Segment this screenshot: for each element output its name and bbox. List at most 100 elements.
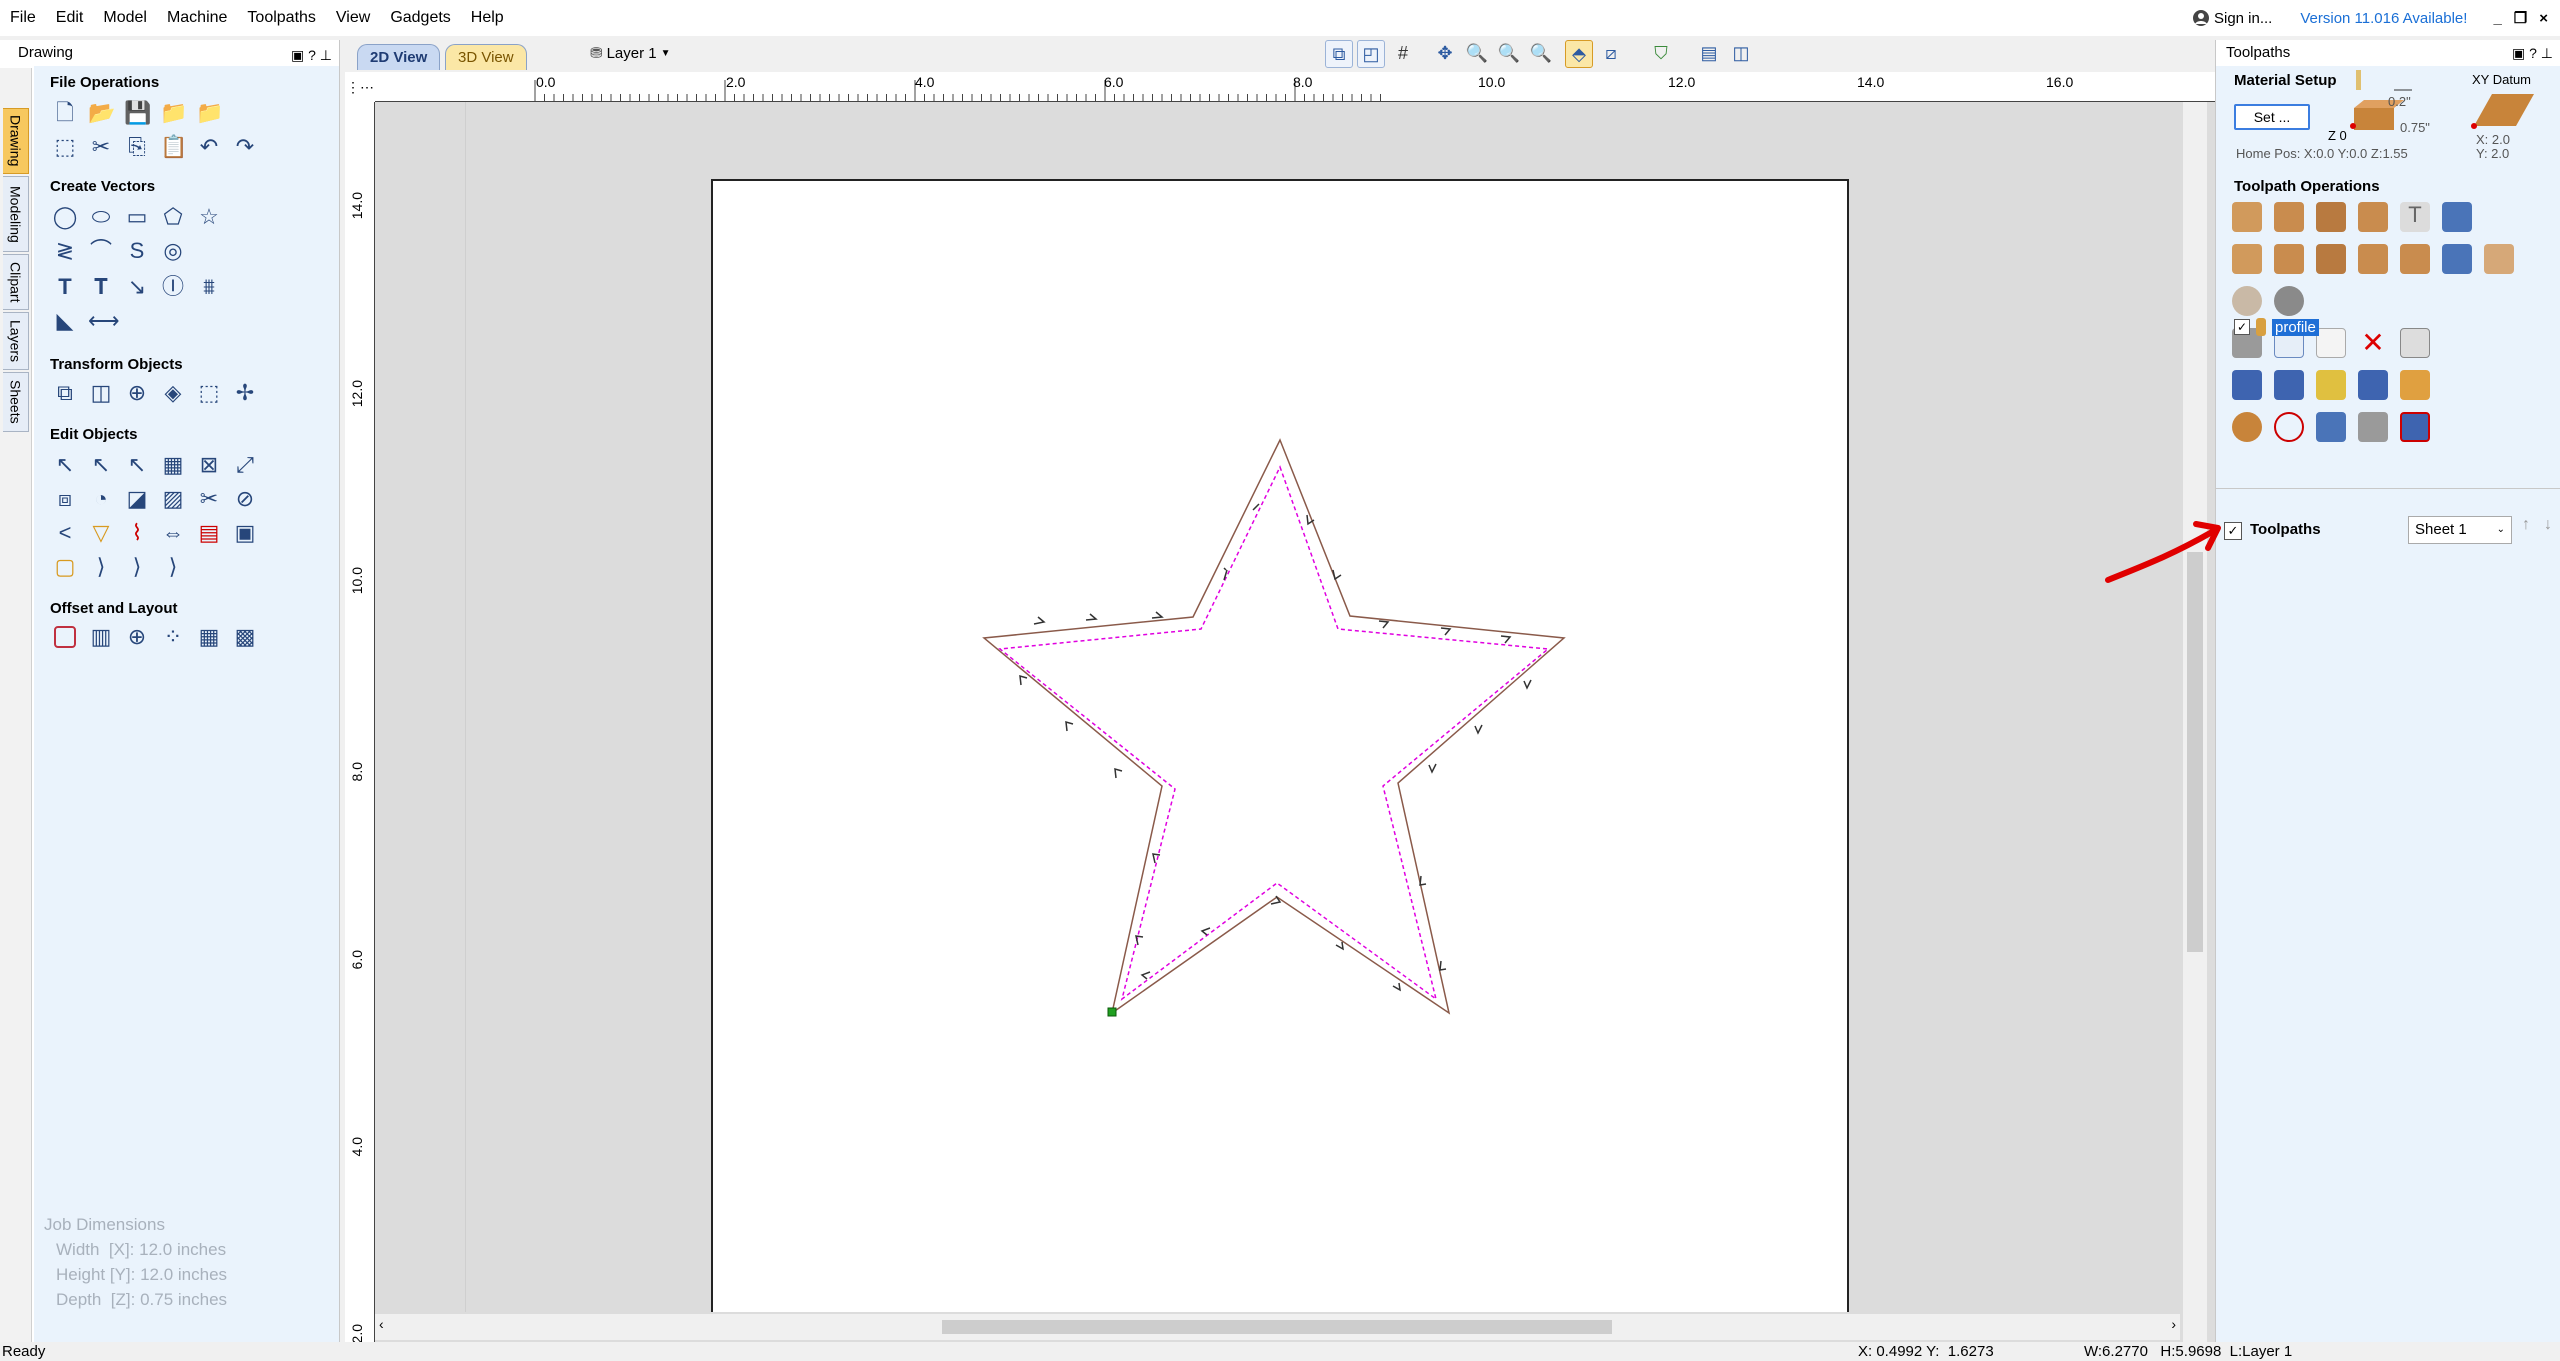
grid-layout-icon[interactable]: ▦ xyxy=(196,624,222,650)
menu-gadgets[interactable]: Gadgets xyxy=(380,0,460,36)
inlay-toolpath-icon[interactable] xyxy=(2442,202,2472,232)
menu-toolpaths[interactable]: Toolpaths xyxy=(237,0,326,36)
corner-icon[interactable]: ⟩ xyxy=(160,554,186,580)
zoom-page-icon[interactable]: ◰ xyxy=(1357,40,1385,68)
text-arc-icon[interactable]: Ⓘ xyxy=(160,274,186,300)
zoom-box-icon[interactable]: ⧉ xyxy=(1325,40,1353,68)
scroll-left-icon[interactable]: ‹ xyxy=(379,1316,384,1332)
ellipse-icon[interactable]: ⬭ xyxy=(88,204,114,230)
menu-help[interactable]: Help xyxy=(461,0,514,36)
tab-layers[interactable]: Layers xyxy=(3,312,29,370)
fillet-icon[interactable]: < xyxy=(52,520,78,546)
fit-along-icon[interactable]: ▩ xyxy=(232,624,258,650)
chamfer-icon[interactable]: ▽ xyxy=(88,520,114,546)
polyline-icon[interactable]: ≷ xyxy=(52,238,78,264)
quick-engrave-icon[interactable] xyxy=(2358,202,2388,232)
panel-controls[interactable]: ▣ ? ⊥ xyxy=(291,42,332,68)
split-view-icon[interactable]: ◫ xyxy=(1727,40,1755,68)
star-icon[interactable]: ☆ xyxy=(196,204,222,230)
vcarve-toolpath-icon[interactable] xyxy=(2232,244,2262,274)
export-icon[interactable]: 📁 xyxy=(196,100,223,126)
circle-icon[interactable]: ◯ xyxy=(52,204,78,230)
job-setup-icon[interactable]: ⬚ xyxy=(52,134,78,160)
menu-machine[interactable]: Machine xyxy=(157,0,237,36)
join-icon[interactable]: ▨ xyxy=(160,486,186,512)
ruler-origin-icon[interactable]: ⋮⋯ xyxy=(345,72,375,102)
tab-2d-view[interactable]: 2D View xyxy=(357,44,441,70)
sheet-select[interactable]: Sheet 1 ⌄ xyxy=(2408,516,2512,544)
auto-layout-text-icon[interactable]: 𝐓 xyxy=(88,274,114,300)
dimension-icon[interactable]: ⩩ xyxy=(196,274,222,300)
3d-finish-icon[interactable] xyxy=(2484,244,2514,274)
node-edit-icon[interactable]: ↖ xyxy=(88,452,114,478)
zoom-all-icon[interactable]: 🔍 xyxy=(1527,40,1555,68)
menu-edit[interactable]: Edit xyxy=(46,0,94,36)
snap-grid-icon[interactable]: ⧄ xyxy=(1597,40,1625,68)
pan-icon[interactable]: ✥ xyxy=(1431,40,1459,68)
undo-icon[interactable]: ↶ xyxy=(196,134,222,160)
copy-icon[interactable]: ⎘ xyxy=(124,134,150,160)
scale-icon[interactable]: ⬚ xyxy=(196,380,222,406)
moulding-toolpath-icon[interactable] xyxy=(2400,244,2430,274)
texture-toolpath-icon[interactable] xyxy=(2358,244,2388,274)
tab-drawing[interactable]: Drawing xyxy=(3,108,29,174)
curve-icon[interactable]: S xyxy=(124,238,150,264)
vertical-scrollbar[interactable] xyxy=(2183,102,2207,1342)
measure-icon[interactable]: ⟷ xyxy=(88,308,120,334)
new-file-icon[interactable]: 🗋 xyxy=(52,100,78,126)
zoom-in-icon[interactable]: 🔍 xyxy=(1463,40,1491,68)
import-icon[interactable]: 📁 xyxy=(160,100,187,126)
layout-icon[interactable]: ▤ xyxy=(1695,40,1723,68)
drawing-canvas[interactable] xyxy=(375,102,2217,1342)
version-link[interactable]: Version 11.016 Available! xyxy=(2300,10,2467,27)
extend-icon[interactable]: ⟩ xyxy=(88,554,114,580)
fit-curves-icon[interactable]: ▢ xyxy=(52,554,78,580)
chamfer-toolpath-icon[interactable] xyxy=(2442,244,2472,274)
toolpath-item-checkbox[interactable]: ✓ xyxy=(2234,319,2250,335)
cut-icon[interactable]: ✂ xyxy=(88,134,114,160)
scissors-icon[interactable]: ✂ xyxy=(196,486,222,512)
menu-view[interactable]: View xyxy=(326,0,380,36)
menu-model[interactable]: Model xyxy=(93,0,157,36)
restore-button[interactable]: ❐ xyxy=(2514,9,2527,27)
intersect-icon[interactable]: ◪ xyxy=(124,486,150,512)
array-copy-icon[interactable]: ⊕ xyxy=(124,624,150,650)
tab-clipart[interactable]: Clipart xyxy=(3,254,29,310)
polygon-icon[interactable]: ⬠ xyxy=(160,204,186,230)
drill-toolpath-icon[interactable] xyxy=(2316,202,2346,232)
spiral-icon[interactable]: ◎ xyxy=(160,238,186,264)
trim-extend-icon[interactable]: ⟩ xyxy=(124,554,150,580)
text-icon[interactable]: T xyxy=(52,274,78,300)
menu-file[interactable]: File xyxy=(0,0,46,36)
subtract-icon[interactable]: ◔ xyxy=(88,486,114,512)
open-file-icon[interactable]: 📂 xyxy=(88,100,115,126)
circular-array-icon[interactable]: ⁘ xyxy=(160,624,186,650)
draw-tangent-icon[interactable]: ◣ xyxy=(52,308,78,334)
profile-toolpath-icon[interactable] xyxy=(2232,202,2262,232)
grid-icon[interactable]: # xyxy=(1389,40,1417,68)
zoom-out-icon[interactable]: 🔍 xyxy=(1495,40,1523,68)
redo-icon[interactable]: ↷ xyxy=(232,134,258,160)
horizontal-scrollbar[interactable]: ‹ › xyxy=(375,1314,2180,1340)
close-button[interactable]: × xyxy=(2539,10,2548,27)
rectangle-icon[interactable]: ▭ xyxy=(124,204,150,230)
fluting-toolpath-icon[interactable] xyxy=(2316,244,2346,274)
paste-icon[interactable]: 📋 xyxy=(160,134,187,160)
set-material-button[interactable]: Set ... xyxy=(2234,104,2310,130)
shield-icon[interactable]: ⛉ xyxy=(1647,40,1675,68)
nest-icon[interactable]: ▥ xyxy=(88,624,114,650)
snap-icon[interactable]: ⬘ xyxy=(1565,40,1593,68)
ungroup-icon[interactable]: ⊠ xyxy=(196,452,222,478)
vertical-scroll-thumb[interactable] xyxy=(2187,552,2203,952)
text-on-curve-icon[interactable]: ↘ xyxy=(124,274,150,300)
select-icon[interactable]: ↖ xyxy=(52,452,78,478)
move-down-icon[interactable]: ↓ xyxy=(2538,516,2558,544)
arc-icon[interactable]: ⌒ xyxy=(88,238,114,264)
layer-dropdown[interactable]: ⛃ Layer 1 ▼ xyxy=(590,44,671,63)
panel-pin-controls[interactable]: ▣ ? ⊥ xyxy=(2512,40,2553,66)
offset-arrow-icon[interactable]: ⇔ xyxy=(160,520,186,546)
toolpath-list-item[interactable]: ✓ profile xyxy=(2234,318,2319,336)
tab-modeling[interactable]: Modeling xyxy=(3,176,29,252)
move-up-icon[interactable]: ↑ xyxy=(2516,516,2536,544)
close-vector-icon[interactable]: ⊘ xyxy=(232,486,258,512)
